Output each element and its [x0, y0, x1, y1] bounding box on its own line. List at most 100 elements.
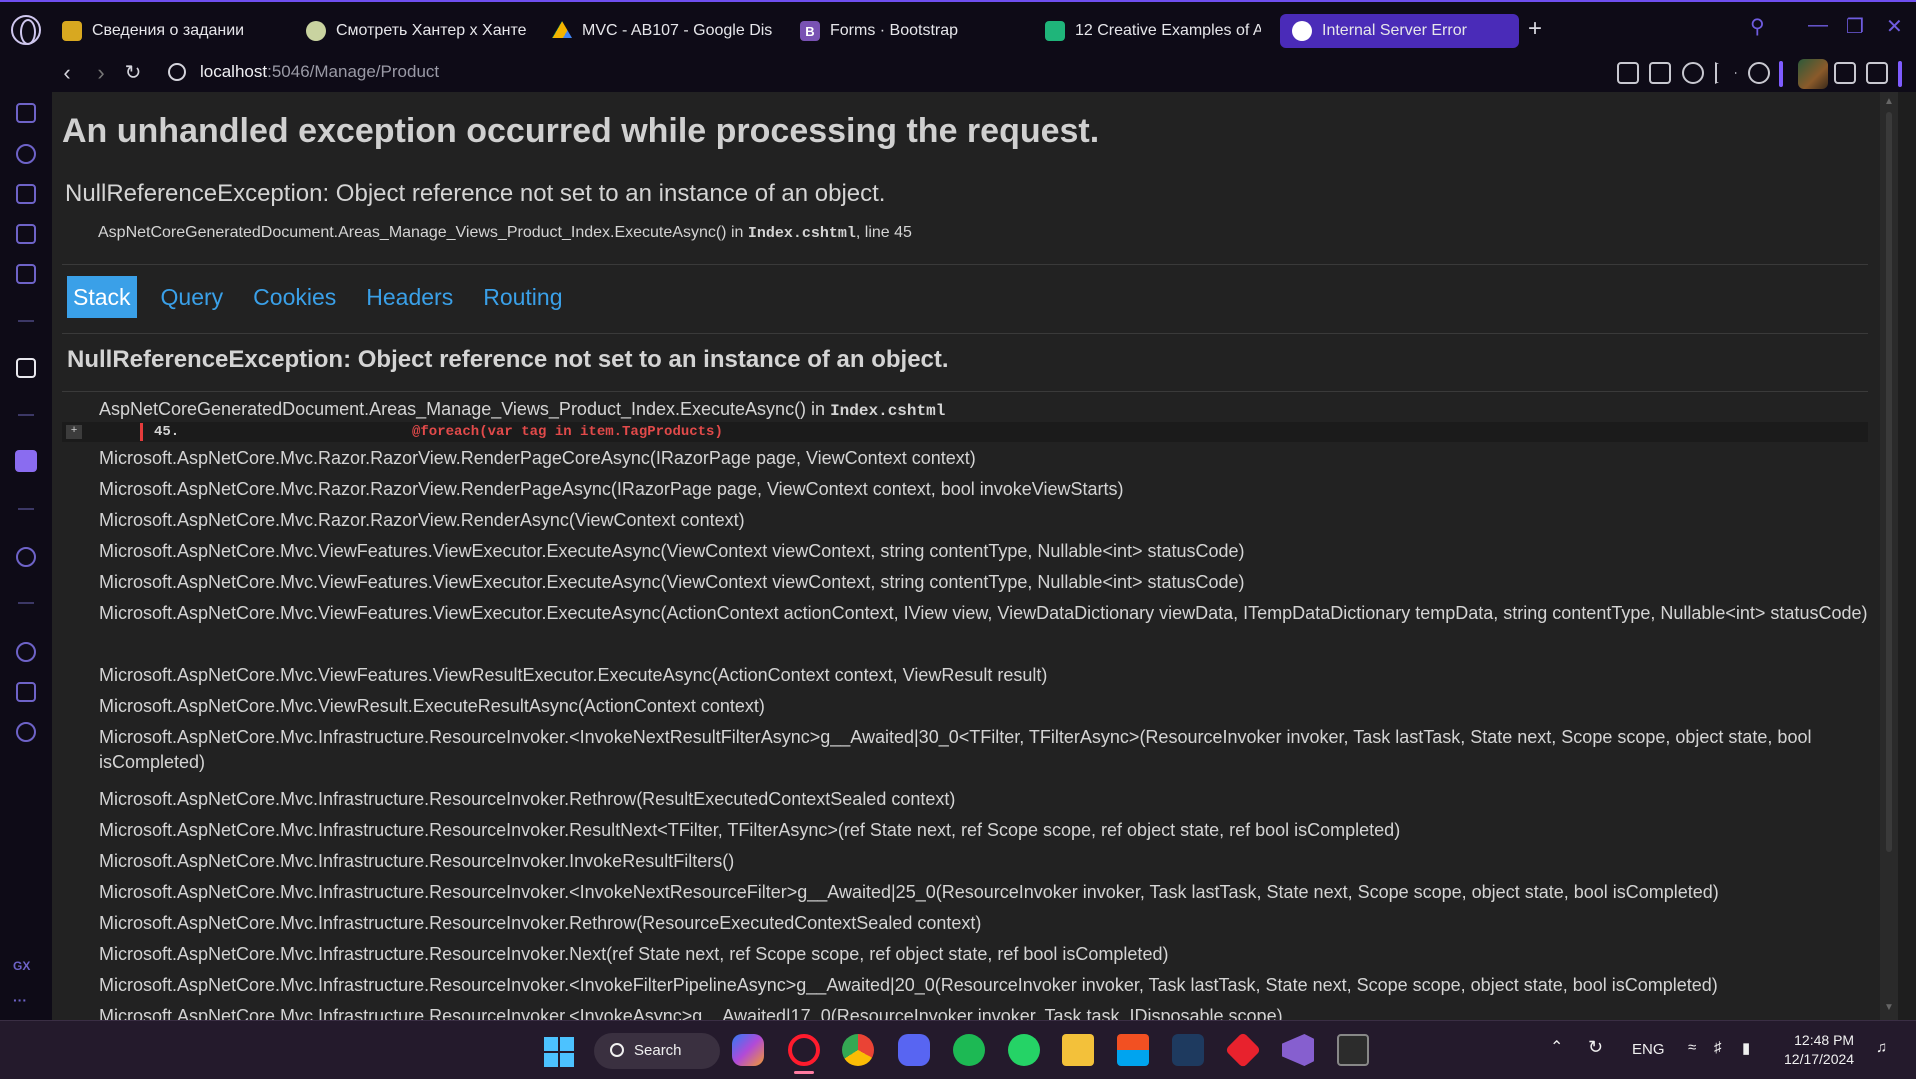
expand-source-button[interactable]: +: [66, 425, 82, 439]
tab-bootstrap-forms[interactable]: B Forms · Bootstrap: [800, 14, 1000, 48]
stack-exception-title: NullReferenceException: Object reference…: [67, 346, 949, 373]
tab-headers[interactable]: Headers: [360, 276, 459, 318]
stack-frame[interactable]: Microsoft.AspNetCore.Mvc.ViewFeatures.Vi…: [99, 537, 1889, 568]
stack-frame[interactable]: Microsoft.AspNetCore.Mvc.Infrastructure.…: [99, 785, 1889, 816]
stack-frame[interactable]: Microsoft.AspNetCore.Mvc.Infrastructure.…: [99, 816, 1889, 847]
file-explorer-icon[interactable]: [1062, 1034, 1094, 1066]
edit-icon[interactable]: [1617, 62, 1639, 84]
anime-favicon-icon: [306, 21, 326, 41]
site-info-icon[interactable]: [168, 63, 186, 81]
stack-frame[interactable]: Microsoft.AspNetCore.Mvc.Infrastructure.…: [99, 878, 1889, 909]
stack-frame[interactable]: Microsoft.AspNetCore.Mvc.Infrastructure.…: [99, 940, 1889, 971]
stack-frame[interactable]: Microsoft.AspNetCore.Mvc.Razor.RazorView…: [99, 506, 1889, 537]
volume-icon[interactable]: ♯: [1714, 1039, 1722, 1056]
stack-frame[interactable]: Microsoft.AspNetCore.Mvc.Infrastructure.…: [99, 723, 1889, 785]
stack-frame[interactable]: Microsoft.AspNetCore.Mvc.Infrastructure.…: [99, 909, 1889, 940]
player-icon[interactable]: [16, 547, 36, 567]
sidebar-divider: [18, 414, 34, 416]
twitch-icon[interactable]: [15, 450, 37, 472]
tab-task-details[interactable]: Сведения о задании: [62, 14, 252, 48]
back-button[interactable]: ‹: [54, 60, 80, 86]
tab-stack[interactable]: Stack: [67, 276, 137, 318]
scrollbar-thumb[interactable]: [1886, 112, 1892, 852]
input-language[interactable]: ENG: [1632, 1041, 1665, 1058]
chrome-icon[interactable]: [842, 1034, 874, 1066]
shield-icon[interactable]: [1682, 62, 1704, 84]
opera-gx-logo-icon[interactable]: [11, 15, 41, 45]
tab-search-icon[interactable]: ⚲: [1750, 14, 1765, 39]
tab-query[interactable]: Query: [155, 276, 230, 318]
divider: [62, 333, 1868, 334]
sql-server-icon[interactable]: [1172, 1034, 1204, 1066]
scroll-down-icon[interactable]: ▼: [1884, 1002, 1894, 1013]
stack-frame[interactable]: Microsoft.AspNetCore.Mvc.Infrastructure.…: [99, 971, 1889, 1002]
exception-message: NullReferenceException: Object reference…: [65, 180, 886, 207]
sidebar-toggle-icon[interactable]: [1898, 61, 1902, 87]
divider: [62, 391, 1868, 392]
gx-cleaner-icon[interactable]: [16, 184, 36, 204]
git-icon[interactable]: [1224, 1031, 1262, 1069]
sync-icon[interactable]: ↻: [1588, 1037, 1603, 1058]
divider: [62, 264, 1868, 265]
battery-icon[interactable]: ▮: [1742, 1039, 1750, 1057]
microsoft-store-icon[interactable]: [1117, 1034, 1149, 1066]
gx-corner-icon[interactable]: [16, 103, 36, 123]
source-code-line: + 45. @foreach(var tag in item.TagProduc…: [62, 422, 1868, 442]
opera-gx-taskbar-icon[interactable]: [788, 1034, 820, 1066]
terminal-icon[interactable]: [1337, 1034, 1369, 1066]
visual-studio-icon[interactable]: [1282, 1034, 1314, 1066]
download-icon[interactable]: [1834, 62, 1856, 84]
scroll-up-icon[interactable]: ▲: [1884, 96, 1894, 107]
reload-button[interactable]: ↻: [120, 60, 146, 86]
wifi-icon[interactable]: ≈: [1688, 1039, 1696, 1056]
forward-button[interactable]: ›: [88, 60, 114, 86]
show-hidden-icons-icon[interactable]: ⌃: [1550, 1037, 1563, 1057]
tab-routing[interactable]: Routing: [477, 276, 568, 318]
gx-sidebar: GX ···: [0, 92, 52, 1020]
restore-button[interactable]: ❐: [1846, 14, 1864, 39]
start-button[interactable]: [544, 1037, 574, 1067]
stack-frame[interactable]: Microsoft.AspNetCore.Mvc.ViewFeatures.Vi…: [99, 568, 1889, 599]
gx-control-icon[interactable]: [16, 144, 36, 164]
discord-icon[interactable]: [898, 1034, 930, 1066]
profile-avatar[interactable]: [1798, 59, 1828, 89]
tab-hunter-x-hunter[interactable]: Смотреть Хантер х Хантер: [306, 14, 528, 48]
ram-limiter-icon[interactable]: [16, 264, 36, 284]
address-field[interactable]: localhost:5046/Manage/Product: [200, 62, 439, 82]
stack-frame[interactable]: Microsoft.AspNetCore.Mvc.Infrastructure.…: [99, 847, 1889, 878]
stack-frame[interactable]: Microsoft.AspNetCore.Mvc.ViewFeatures.Vi…: [99, 661, 1889, 692]
tab-creative-examples[interactable]: 12 Creative Examples of A: [1045, 14, 1263, 48]
aria-icon[interactable]: [16, 358, 36, 378]
system-clock[interactable]: 12:48 PM 12/17/2024: [1784, 1031, 1854, 1069]
copilot-icon[interactable]: [732, 1034, 764, 1066]
spotify-icon[interactable]: [953, 1034, 985, 1066]
heart-icon[interactable]: [1748, 62, 1770, 84]
minimize-button[interactable]: —: [1808, 14, 1828, 37]
bootstrap-icon: B: [800, 21, 820, 41]
more-icon[interactable]: ···: [13, 992, 27, 1008]
stack-frame[interactable]: Microsoft.AspNetCore.Mvc.Razor.RazorView…: [99, 475, 1889, 506]
settings-gear-icon[interactable]: [16, 722, 36, 742]
hot-tabs-icon[interactable]: [16, 224, 36, 244]
close-button[interactable]: ✕: [1886, 14, 1903, 39]
tab-cookies[interactable]: Cookies: [247, 276, 342, 318]
extensions-icon[interactable]: [16, 682, 36, 702]
stack-frame[interactable]: Microsoft.AspNetCore.Mvc.ViewFeatures.Vi…: [99, 599, 1889, 661]
send-icon[interactable]: [1715, 62, 1737, 84]
whatsapp-icon[interactable]: [1008, 1034, 1040, 1066]
page-scrollbar[interactable]: ▲ ▼: [1880, 92, 1898, 1020]
stack-frame[interactable]: Microsoft.AspNetCore.Mvc.Razor.RazorView…: [99, 444, 1889, 475]
notification-bell-icon[interactable]: ♫: [1876, 1039, 1887, 1056]
history-icon[interactable]: [16, 642, 36, 662]
camera-icon[interactable]: [1649, 62, 1671, 84]
stack-frame[interactable]: Microsoft.AspNetCore.Mvc.Infrastructure.…: [99, 1002, 1889, 1020]
tab-internal-server-error[interactable]: Internal Server Error: [1280, 14, 1519, 48]
tab-google-disk[interactable]: MVC - AB107 - Google Disk: [552, 14, 774, 48]
new-tab-button[interactable]: +: [1524, 17, 1546, 41]
globe-favicon-icon: [1292, 21, 1312, 41]
task-favicon-icon: [62, 21, 82, 41]
stack-frame[interactable]: Microsoft.AspNetCore.Mvc.ViewResult.Exec…: [99, 692, 1889, 723]
taskbar-search[interactable]: Search: [594, 1033, 720, 1069]
easy-setup-icon[interactable]: [1866, 62, 1888, 84]
windows-taskbar: Search ⌃ ↻ ENG ≈ ♯ ▮ 12:48 PM 12/17/2024…: [0, 1020, 1916, 1079]
